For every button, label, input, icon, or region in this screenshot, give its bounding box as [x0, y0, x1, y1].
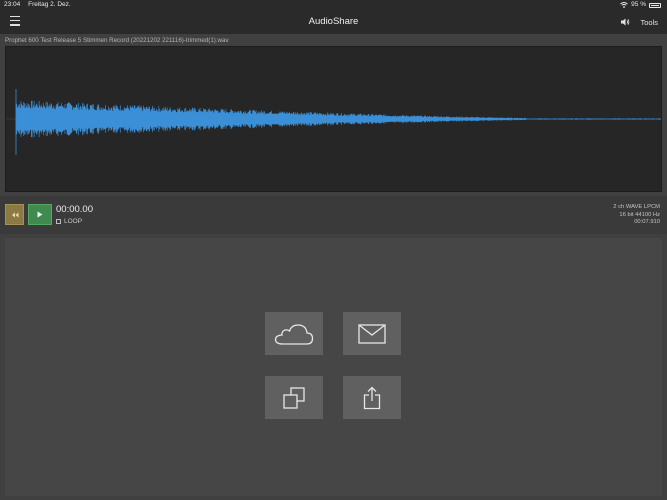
share-icon — [363, 386, 381, 409]
battery-percent: 95 % — [631, 1, 646, 8]
mail-icon — [358, 323, 386, 344]
transport-bar: 00:00.00 LOOP 2 ch WAVE LPCM 16 bit 4410… — [0, 196, 667, 234]
tools-button[interactable]: Tools — [640, 18, 658, 27]
file-info: 2 ch WAVE LPCM 16 bit 44100 Hz 00:07.910 — [613, 204, 660, 227]
play-button[interactable] — [28, 204, 52, 225]
cloud-icon — [274, 323, 314, 345]
file-format: 2 ch WAVE LPCM — [613, 204, 660, 210]
file-name: Prophet 600 Test Release 5 Stimmen Recor… — [5, 37, 229, 44]
file-duration: 00:07.910 — [634, 219, 660, 225]
copy-icon — [283, 386, 305, 409]
speaker-icon[interactable] — [620, 17, 630, 27]
status-time: 23:04 — [4, 1, 21, 8]
app-title: AudioShare — [308, 16, 359, 27]
share-button[interactable] — [343, 376, 401, 419]
status-date: Freitag 2. Dez. — [28, 1, 71, 8]
file-bitrate: 16 bit 44100 Hz — [619, 211, 660, 218]
playback-time: 00:00.00 — [56, 204, 93, 215]
loop-checkbox[interactable] — [56, 219, 61, 224]
mail-button[interactable] — [343, 312, 401, 355]
actions-panel — [5, 238, 662, 496]
nav-bar: AudioShare Tools — [0, 10, 667, 34]
loop-toggle[interactable]: LOOP — [56, 218, 82, 225]
waveform-view[interactable] — [5, 46, 662, 192]
cloud-button[interactable] — [265, 312, 323, 355]
loop-label: LOOP — [64, 218, 83, 225]
waveform-graphic — [6, 89, 661, 155]
copy-button[interactable] — [265, 376, 323, 419]
rewind-icon — [11, 212, 18, 217]
status-bar: 23:04 Freitag 2. Dez. 95 % — [0, 0, 667, 10]
wifi-icon — [620, 2, 628, 8]
play-icon — [37, 211, 43, 218]
battery-icon — [649, 2, 661, 8]
rewind-button[interactable] — [5, 204, 24, 225]
waveform-path — [15, 100, 661, 138]
